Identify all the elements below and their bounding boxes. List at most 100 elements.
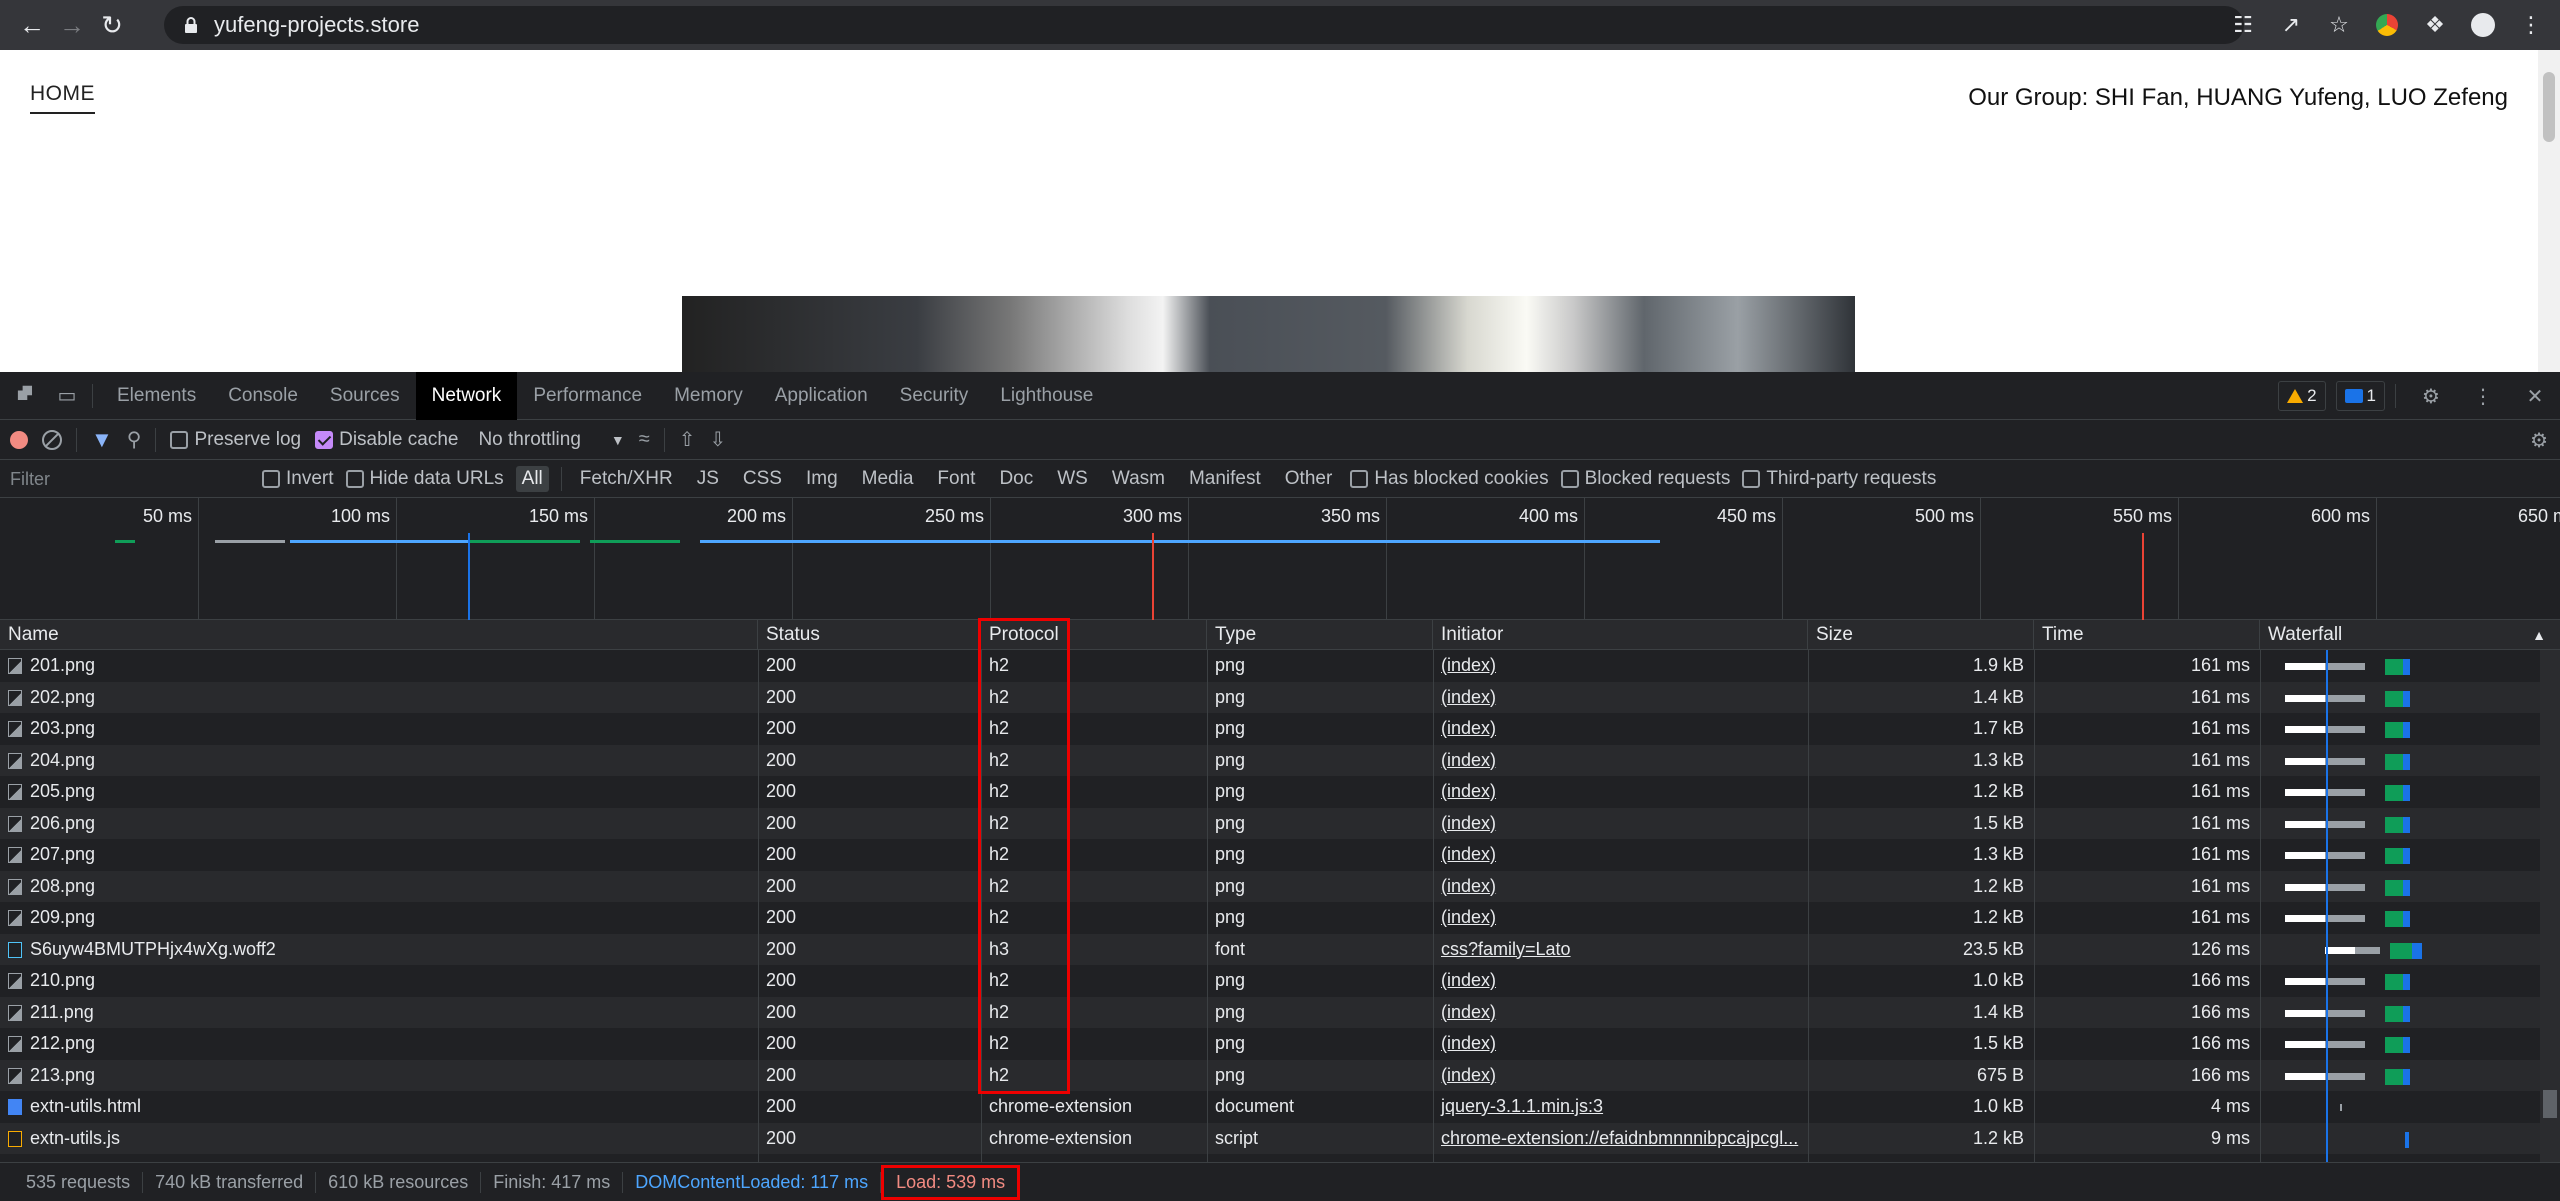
warnings-badge[interactable]: 2: [2278, 381, 2326, 411]
table-row[interactable]: 208.png 200 h2 png (index) 1.2 kB 161 ms: [0, 870, 2540, 903]
cell-initiator[interactable]: css?family=Lato: [1433, 934, 1808, 966]
disable-cache-checkbox[interactable]: Disable cache: [315, 429, 458, 451]
cell-initiator[interactable]: (index): [1433, 745, 1808, 777]
device-toolbar-icon[interactable]: ▭: [50, 379, 84, 413]
cell-initiator[interactable]: (index): [1433, 682, 1808, 714]
network-settings-gear-icon[interactable]: ⚙: [2530, 428, 2548, 453]
cell-initiator[interactable]: jquery-3.1.1.min.js:3: [1433, 1091, 1808, 1123]
overview-tick-line: [2376, 498, 2377, 620]
table-row[interactable]: 204.png 200 h2 png (index) 1.3 kB 161 ms: [0, 744, 2540, 777]
settings-gear-icon[interactable]: ⚙: [2414, 379, 2448, 413]
tab-network[interactable]: Network: [415, 371, 518, 420]
reload-icon[interactable]: ↻: [92, 5, 132, 45]
col-name[interactable]: Name: [0, 620, 758, 650]
cell-initiator[interactable]: (index): [1433, 965, 1808, 997]
export-har-icon[interactable]: ⇩: [710, 427, 727, 452]
filter-type-other[interactable]: Other: [1279, 466, 1339, 492]
table-row[interactable]: 206.png 200 h2 png (index) 1.5 kB 161 ms: [0, 807, 2540, 840]
table-row[interactable]: 202.png 200 h2 png (index) 1.4 kB 161 ms: [0, 681, 2540, 714]
profile-icon[interactable]: [2464, 6, 2502, 44]
table-row[interactable]: extn-utils.html 200 chrome-extension docume…: [0, 1091, 2540, 1123]
col-waterfall[interactable]: Waterfall ▲: [2260, 620, 2560, 650]
filter-type-manifest[interactable]: Manifest: [1183, 466, 1267, 492]
table-row[interactable]: 213.png 200 h2 png (index) 675 B 166 ms: [0, 1059, 2540, 1092]
tab-application[interactable]: Application: [759, 372, 884, 420]
table-row[interactable]: extn-utils.js 200 chrome-extension script ch…: [0, 1122, 2540, 1155]
cell-initiator[interactable]: (index): [1433, 1028, 1808, 1060]
hide-data-urls-checkbox[interactable]: Hide data URLs: [345, 468, 504, 490]
cell-initiator[interactable]: (index): [1433, 902, 1808, 934]
filter-type-fetch[interactable]: Fetch/XHR: [574, 466, 679, 492]
back-icon[interactable]: ←: [12, 5, 52, 45]
tab-performance[interactable]: Performance: [517, 372, 658, 420]
filter-type-all[interactable]: All: [515, 465, 549, 492]
table-row[interactable]: 209.png 200 h2 png (index) 1.2 kB 161 ms: [0, 902, 2540, 934]
record-icon[interactable]: [10, 430, 28, 449]
chrome-ext-icon[interactable]: [2368, 6, 2406, 44]
filter-type-ws[interactable]: WS: [1051, 466, 1094, 492]
blocked-cookies-checkbox[interactable]: Has blocked cookies: [1350, 468, 1549, 490]
tab-sources[interactable]: Sources: [314, 372, 416, 420]
more-options-icon[interactable]: ⋮: [2466, 379, 2500, 413]
table-row[interactable]: 207.png 200 h2 png (index) 1.3 kB 161 ms: [0, 839, 2540, 871]
cell-initiator[interactable]: (index): [1433, 997, 1808, 1029]
col-time[interactable]: Time: [2034, 620, 2260, 650]
menu-icon[interactable]: ⋮: [2512, 6, 2550, 44]
col-initiator[interactable]: Initiator: [1433, 620, 1808, 650]
nav-home-link[interactable]: HOME: [30, 82, 95, 114]
invert-checkbox[interactable]: Invert: [262, 468, 334, 490]
page-scrollbar[interactable]: [2538, 50, 2560, 372]
col-status[interactable]: Status: [758, 620, 981, 650]
table-row[interactable]: 203.png 200 h2 png (index) 1.7 kB 161 ms: [0, 713, 2540, 745]
col-type[interactable]: Type: [1207, 620, 1433, 650]
filter-type-css[interactable]: CSS: [737, 466, 788, 492]
forward-icon[interactable]: →: [52, 5, 92, 45]
col-size[interactable]: Size: [1808, 620, 2034, 650]
cell-initiator[interactable]: (index): [1433, 713, 1808, 745]
translate-icon[interactable]: ☷: [2224, 6, 2262, 44]
filter-funnel-icon[interactable]: ▼: [91, 427, 113, 453]
search-icon[interactable]: ⚲: [127, 427, 142, 452]
table-row[interactable]: 212.png 200 h2 png (index) 1.5 kB 166 ms: [0, 1028, 2540, 1060]
table-row[interactable]: 201.png 200 h2 png (index) 1.9 kB 161 ms: [0, 650, 2540, 682]
throttling-select[interactable]: No throttling ▼: [472, 429, 624, 451]
close-devtools-icon[interactable]: ✕: [2518, 379, 2552, 413]
cell-initiator[interactable]: chrome-extension://efaidnbmnnnibpcajpcgl…: [1433, 1123, 1808, 1155]
preserve-log-checkbox[interactable]: Preserve log: [170, 429, 301, 451]
tab-lighthouse[interactable]: Lighthouse: [984, 372, 1109, 420]
table-row[interactable]: 210.png 200 h2 png (index) 1.0 kB 166 ms: [0, 965, 2540, 997]
cell-initiator[interactable]: (index): [1433, 776, 1808, 808]
import-har-icon[interactable]: ⇧: [679, 427, 696, 452]
filter-type-media[interactable]: Media: [856, 466, 920, 492]
cell-initiator[interactable]: (index): [1433, 871, 1808, 903]
messages-badge[interactable]: 1: [2335, 381, 2385, 411]
table-row[interactable]: 211.png 200 h2 png (index) 1.4 kB 166 ms: [0, 996, 2540, 1029]
table-scrollbar[interactable]: [2540, 650, 2560, 1162]
cell-initiator[interactable]: (index): [1433, 1060, 1808, 1092]
third-party-checkbox[interactable]: Third-party requests: [1742, 468, 1936, 490]
table-row[interactable]: S6uyw4BMUTPHjx4wXg.woff2 200 h3 font css?fam…: [0, 933, 2540, 966]
clear-icon[interactable]: [42, 429, 62, 450]
table-row[interactable]: 205.png 200 h2 png (index) 1.2 kB 161 ms: [0, 776, 2540, 808]
extensions-icon[interactable]: ❖: [2416, 6, 2454, 44]
tab-console[interactable]: Console: [212, 372, 314, 420]
tab-memory[interactable]: Memory: [658, 372, 759, 420]
cell-initiator[interactable]: (index): [1433, 839, 1808, 871]
filter-type-font[interactable]: Font: [931, 466, 981, 492]
address-bar[interactable]: yufeng-projects.store: [164, 6, 2244, 44]
tab-security[interactable]: Security: [884, 372, 985, 420]
cell-initiator[interactable]: (index): [1433, 650, 1808, 682]
filter-type-js[interactable]: JS: [691, 466, 725, 492]
star-icon[interactable]: ☆: [2320, 6, 2358, 44]
network-conditions-icon[interactable]: ≈: [639, 428, 650, 451]
cell-initiator[interactable]: (index): [1433, 808, 1808, 840]
tab-elements[interactable]: Elements: [101, 372, 212, 420]
share-icon[interactable]: ↗: [2272, 6, 2310, 44]
filter-type-img[interactable]: Img: [800, 466, 844, 492]
inspect-element-icon[interactable]: ⮼: [8, 379, 42, 413]
filter-type-wasm[interactable]: Wasm: [1106, 466, 1171, 492]
filter-type-doc[interactable]: Doc: [993, 466, 1039, 492]
blocked-requests-checkbox[interactable]: Blocked requests: [1560, 468, 1730, 490]
network-overview-timeline[interactable]: 50 ms 100 ms 150 ms 200 ms 250 ms 300 ms 350 m…: [0, 498, 2560, 620]
filter-input[interactable]: Filter: [10, 465, 250, 493]
